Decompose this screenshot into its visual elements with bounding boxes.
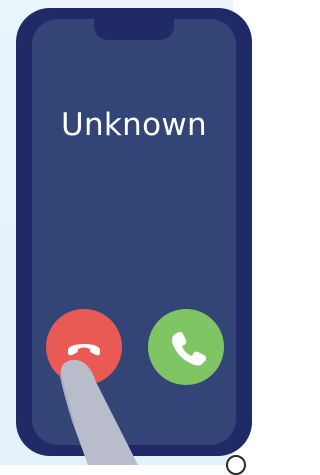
smartphone: Unknown bbox=[16, 8, 252, 456]
decline-call-button[interactable] bbox=[46, 309, 122, 385]
phone-notch bbox=[94, 19, 174, 40]
corner-circle-icon bbox=[226, 455, 246, 475]
phone-hangup-icon bbox=[68, 344, 100, 356]
accept-call-button[interactable] bbox=[148, 309, 224, 385]
caller-name: Unknown bbox=[60, 107, 207, 143]
phone-icon bbox=[171, 331, 207, 366]
